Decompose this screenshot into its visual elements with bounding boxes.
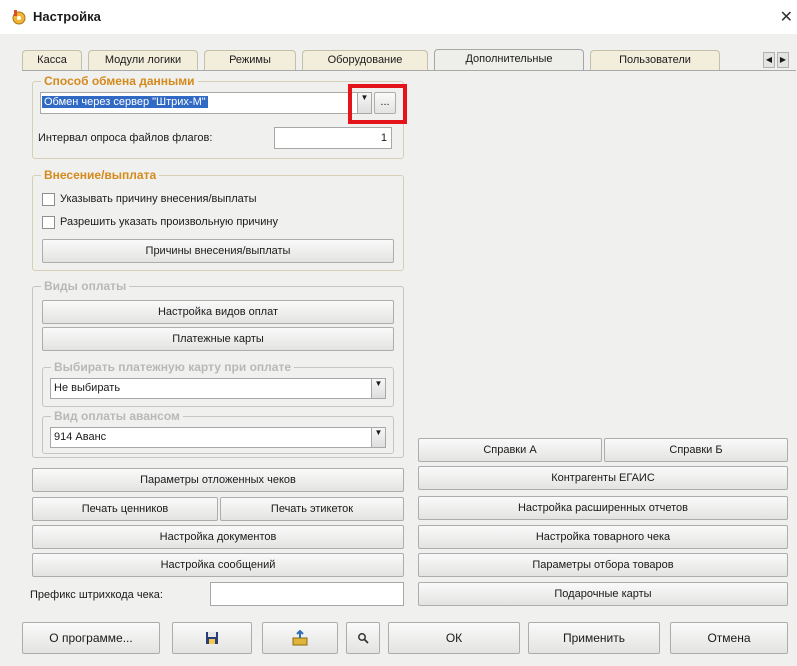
tab-users[interactable]: Пользователи: [590, 50, 720, 70]
about-button[interactable]: О программе...: [22, 622, 160, 654]
reason-checkbox-label: Указывать причину внесения/выплаты: [60, 193, 257, 205]
magnifier-icon: [358, 633, 369, 644]
floppy-disk-icon: [206, 632, 218, 644]
app-icon: [12, 10, 26, 25]
cash-legend: Внесение/выплата: [41, 168, 160, 182]
deferred-params-button[interactable]: Параметры отложенных чеков: [32, 468, 404, 492]
payment-types-button[interactable]: Настройка видов оплат: [42, 300, 394, 324]
tab-scroll-right-icon[interactable]: ▶: [777, 52, 789, 68]
save-button[interactable]: [172, 622, 252, 654]
payment-cards-button[interactable]: Платежные карты: [42, 327, 394, 351]
search-button[interactable]: [346, 622, 380, 654]
chevron-down-icon[interactable]: ▼: [371, 428, 385, 447]
highlight-frame: [348, 84, 407, 124]
print-price-tags-button[interactable]: Печать ценников: [32, 497, 218, 521]
custom-reason-checkbox-label: Разрешить указать произвольную причину: [60, 216, 279, 228]
close-icon[interactable]: ✕: [780, 7, 793, 27]
tab-scroll-left-icon[interactable]: ◀: [763, 52, 775, 68]
tab-divider: [22, 70, 796, 71]
barcode-prefix-label: Префикс штрихкода чека:: [30, 589, 163, 601]
choose-card-legend: Выбирать платежную карту при оплате: [51, 360, 294, 374]
tab-modes[interactable]: Режимы: [204, 50, 296, 70]
apply-button[interactable]: Применить: [528, 622, 660, 654]
choose-card-value: Не выбирать: [54, 382, 121, 394]
exchange-method-value: Обмен через сервер "Штрих-М": [42, 96, 208, 108]
interval-input[interactable]: 1: [274, 127, 392, 149]
window-title: Настройка: [33, 9, 101, 24]
interval-label: Интервал опроса файлов флагов:: [38, 132, 213, 144]
tab-additional[interactable]: Дополнительные: [434, 49, 584, 71]
open-folder-icon: [292, 630, 308, 646]
reason-checkbox[interactable]: [42, 193, 55, 206]
reference-a-button[interactable]: Справки А: [418, 438, 602, 462]
print-labels-button[interactable]: Печать этикеток: [220, 497, 404, 521]
ok-button[interactable]: ОК: [388, 622, 520, 654]
custom-reason-checkbox[interactable]: [42, 216, 55, 229]
messages-setup-button[interactable]: Настройка сообщений: [32, 553, 404, 577]
cancel-button[interactable]: Отмена: [670, 622, 788, 654]
load-button[interactable]: [262, 622, 338, 654]
tab-kassa[interactable]: Касса: [22, 50, 82, 70]
goods-filter-button[interactable]: Параметры отбора товаров: [418, 553, 788, 577]
gift-cards-button[interactable]: Подарочные карты: [418, 582, 788, 606]
extended-reports-button[interactable]: Настройка расширенных отчетов: [418, 496, 788, 520]
advance-select[interactable]: 914 Аванс ▼: [50, 427, 386, 448]
documents-setup-button[interactable]: Настройка документов: [32, 525, 404, 549]
tab-logic-modules[interactable]: Модули логики: [88, 50, 198, 70]
choose-card-select[interactable]: Не выбирать ▼: [50, 378, 386, 399]
barcode-prefix-input[interactable]: [210, 582, 404, 606]
payments-legend: Виды оплаты: [41, 279, 130, 293]
settings-window: Настройка ✕ Касса Модули логики Режимы О…: [0, 0, 797, 666]
sales-receipt-setup-button[interactable]: Настройка товарного чека: [418, 525, 788, 549]
title-bar: Настройка ✕: [0, 0, 797, 34]
exchange-legend: Способ обмена данными: [41, 74, 198, 88]
chevron-down-icon[interactable]: ▼: [371, 379, 385, 398]
reference-b-button[interactable]: Справки Б: [604, 438, 788, 462]
egais-contractors-button[interactable]: Контрагенты ЕГАИС: [418, 466, 788, 490]
reasons-button[interactable]: Причины внесения/выплаты: [42, 239, 394, 263]
exchange-method-select[interactable]: Обмен через сервер "Штрих-М" ▼: [40, 92, 372, 114]
advance-legend: Вид оплаты авансом: [51, 409, 183, 423]
tab-equipment[interactable]: Оборудование: [302, 50, 428, 70]
advance-value: 914 Аванс: [54, 431, 107, 443]
